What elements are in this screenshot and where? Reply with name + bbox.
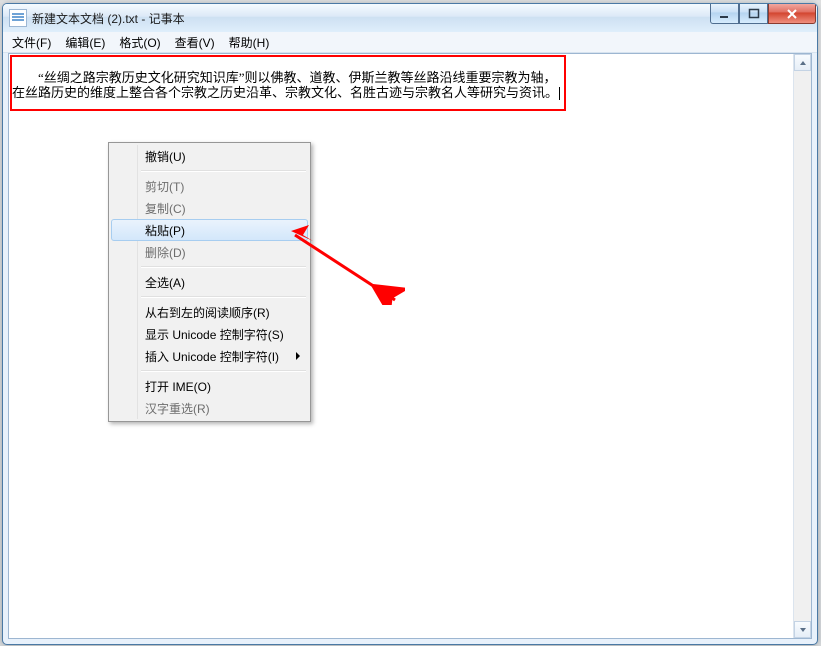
document-text-content: “丝绸之路宗教历史文化研究知识库”则以佛教、道教、伊斯兰教等丝路沿线重要宗教为轴… — [12, 70, 558, 100]
close-button[interactable] — [768, 4, 816, 24]
menu-bar: 文件(F) 编辑(E) 格式(O) 查看(V) 帮助(H) — [3, 32, 817, 53]
menu-help[interactable]: 帮助(H) — [222, 32, 277, 53]
cm-insert-unicode[interactable]: 插入 Unicode 控制字符(I) — [111, 345, 308, 367]
cm-insert-unicode-label: 插入 Unicode 控制字符(I) — [145, 348, 279, 365]
cm-paste[interactable]: 粘贴(P) — [111, 219, 308, 241]
context-menu: 撤销(U) 剪切(T) 复制(C) 粘贴(P) 删除(D) 全选(A) 从右到左… — [108, 142, 311, 422]
cm-cut-label: 剪切(T) — [145, 178, 184, 195]
menu-view[interactable]: 查看(V) — [168, 32, 222, 53]
cm-reconvert-label: 汉字重选(R) — [145, 400, 210, 417]
cm-separator — [141, 296, 306, 298]
scroll-track[interactable] — [794, 71, 811, 621]
document-text: “丝绸之路宗教历史文化研究知识库”则以佛教、道教、伊斯兰教等丝路沿线重要宗教为轴… — [12, 55, 560, 115]
title-bar[interactable]: 新建文本文档 (2).txt - 记事本 — [3, 4, 817, 32]
cm-open-ime[interactable]: 打开 IME(O) — [111, 375, 308, 397]
cm-show-unicode-label: 显示 Unicode 控制字符(S) — [145, 326, 284, 343]
maximize-button[interactable] — [739, 4, 768, 24]
scroll-up-button[interactable] — [794, 54, 811, 71]
cm-paste-label: 粘贴(P) — [145, 222, 185, 239]
submenu-arrow-icon — [296, 352, 300, 360]
cm-separator — [141, 170, 306, 172]
cm-copy[interactable]: 复制(C) — [111, 197, 308, 219]
cm-delete[interactable]: 删除(D) — [111, 241, 308, 263]
minimize-button[interactable] — [710, 4, 739, 24]
cm-select-all-label: 全选(A) — [145, 274, 185, 291]
cm-undo-label: 撤销(U) — [145, 148, 186, 165]
window-title: 新建文本文档 (2).txt - 记事本 — [32, 10, 817, 27]
scroll-down-button[interactable] — [794, 621, 811, 638]
cm-rtl-label: 从右到左的阅读顺序(R) — [145, 304, 270, 321]
window-controls — [710, 4, 816, 24]
menu-file[interactable]: 文件(F) — [5, 32, 58, 53]
cm-show-unicode[interactable]: 显示 Unicode 控制字符(S) — [111, 323, 308, 345]
cm-separator — [141, 266, 306, 268]
menu-edit[interactable]: 编辑(E) — [58, 32, 112, 53]
cm-reconvert[interactable]: 汉字重选(R) — [111, 397, 308, 419]
notepad-icon — [9, 9, 27, 27]
cm-rtl-reading[interactable]: 从右到左的阅读顺序(R) — [111, 301, 308, 323]
cm-separator — [141, 370, 306, 372]
cm-select-all[interactable]: 全选(A) — [111, 271, 308, 293]
cm-delete-label: 删除(D) — [145, 244, 186, 261]
cm-undo[interactable]: 撤销(U) — [111, 145, 308, 167]
menu-format[interactable]: 格式(O) — [112, 32, 167, 53]
cm-open-ime-label: 打开 IME(O) — [145, 378, 211, 395]
text-caret — [559, 87, 560, 100]
vertical-scrollbar[interactable] — [793, 54, 811, 638]
cm-cut[interactable]: 剪切(T) — [111, 175, 308, 197]
cm-copy-label: 复制(C) — [145, 200, 186, 217]
